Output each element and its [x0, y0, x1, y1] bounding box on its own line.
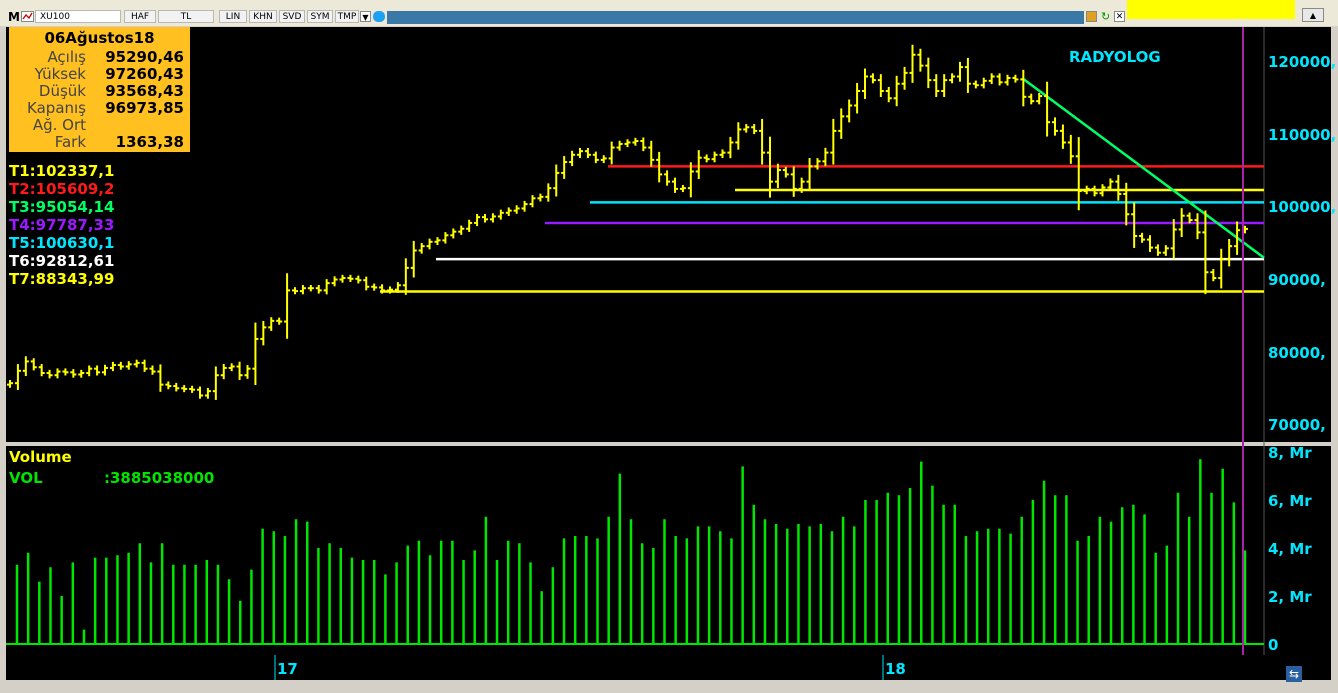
- trend-label-t6: T6:92812,61: [9, 252, 115, 270]
- info-label: Kapanış: [27, 99, 86, 117]
- info-row: Kapanış 96973,85: [9, 99, 190, 117]
- chart-area: [6, 27, 1331, 680]
- info-label: Düşük: [38, 82, 86, 100]
- x-label-18: 18: [885, 660, 906, 678]
- vol-tick-label: 8, Mr: [1268, 444, 1312, 462]
- vol-tick-label: 0: [1268, 636, 1279, 654]
- info-label: Ağ. Ort: [32, 116, 86, 134]
- y-tick-label: 90000,: [1268, 271, 1326, 289]
- scroll-right-button[interactable]: ▶: [1320, 670, 1328, 681]
- trend-label-t1: T1:102337,1: [9, 162, 115, 180]
- info-row: Yüksek 97260,43: [9, 65, 190, 83]
- price-plot-background: [6, 27, 1264, 442]
- y-tick-label: 80000,: [1268, 344, 1326, 362]
- x-axis-background: [6, 655, 1331, 680]
- x-label-17: 17: [277, 660, 298, 678]
- vol-tick-label: 2, Mr: [1268, 588, 1312, 606]
- vol-value: :3885038000: [104, 469, 215, 487]
- volume-title: Volume: [9, 448, 72, 466]
- link-icon[interactable]: ⇆: [1286, 666, 1302, 682]
- ohlc-info-box: 06Ağustos18 Açılış 95290,46 Yüksek 97260,4…: [9, 27, 190, 152]
- trend-label-t2: T2:105609,2: [9, 180, 115, 198]
- info-value: 1363,38: [115, 133, 184, 151]
- trend-label-t4: T4:97787,33: [9, 216, 115, 234]
- trend-label-t3: T3:95054,14: [9, 198, 115, 216]
- info-row: Düşük 93568,43: [9, 82, 190, 100]
- y-tick-label: 110000,: [1268, 126, 1337, 144]
- trend-label-t7: T7:88343,99: [9, 270, 115, 288]
- info-label: Fark: [54, 133, 86, 151]
- info-value: 95290,46: [105, 48, 184, 66]
- vol-tick-label: 6, Mr: [1268, 492, 1312, 510]
- scroll-left-button[interactable]: ◀: [1306, 670, 1314, 681]
- info-label: Açılış: [47, 48, 86, 66]
- trend-label-t5: T5:100630,1: [9, 234, 115, 252]
- vol-label: VOL: [9, 469, 43, 487]
- vol-tick-label: 4, Mr: [1268, 540, 1312, 558]
- info-row: Açılış 95290,46: [9, 48, 190, 66]
- info-row: Fark 1363,38: [9, 133, 190, 151]
- price-axis-background: [1264, 27, 1331, 442]
- y-tick-label: 120000,: [1268, 53, 1337, 71]
- info-date: 06Ağustos18: [44, 29, 155, 47]
- y-tick-label: 70000,: [1268, 416, 1326, 434]
- watermark-text: RADYOLOG: [1069, 48, 1161, 66]
- info-row: Ağ. Ort: [9, 116, 190, 134]
- y-tick-label: 100000,: [1268, 198, 1337, 216]
- info-value: 97260,43: [105, 65, 184, 83]
- info-value: 93568,43: [105, 82, 184, 100]
- info-value: 96973,85: [105, 99, 184, 117]
- info-label: Yüksek: [34, 65, 86, 83]
